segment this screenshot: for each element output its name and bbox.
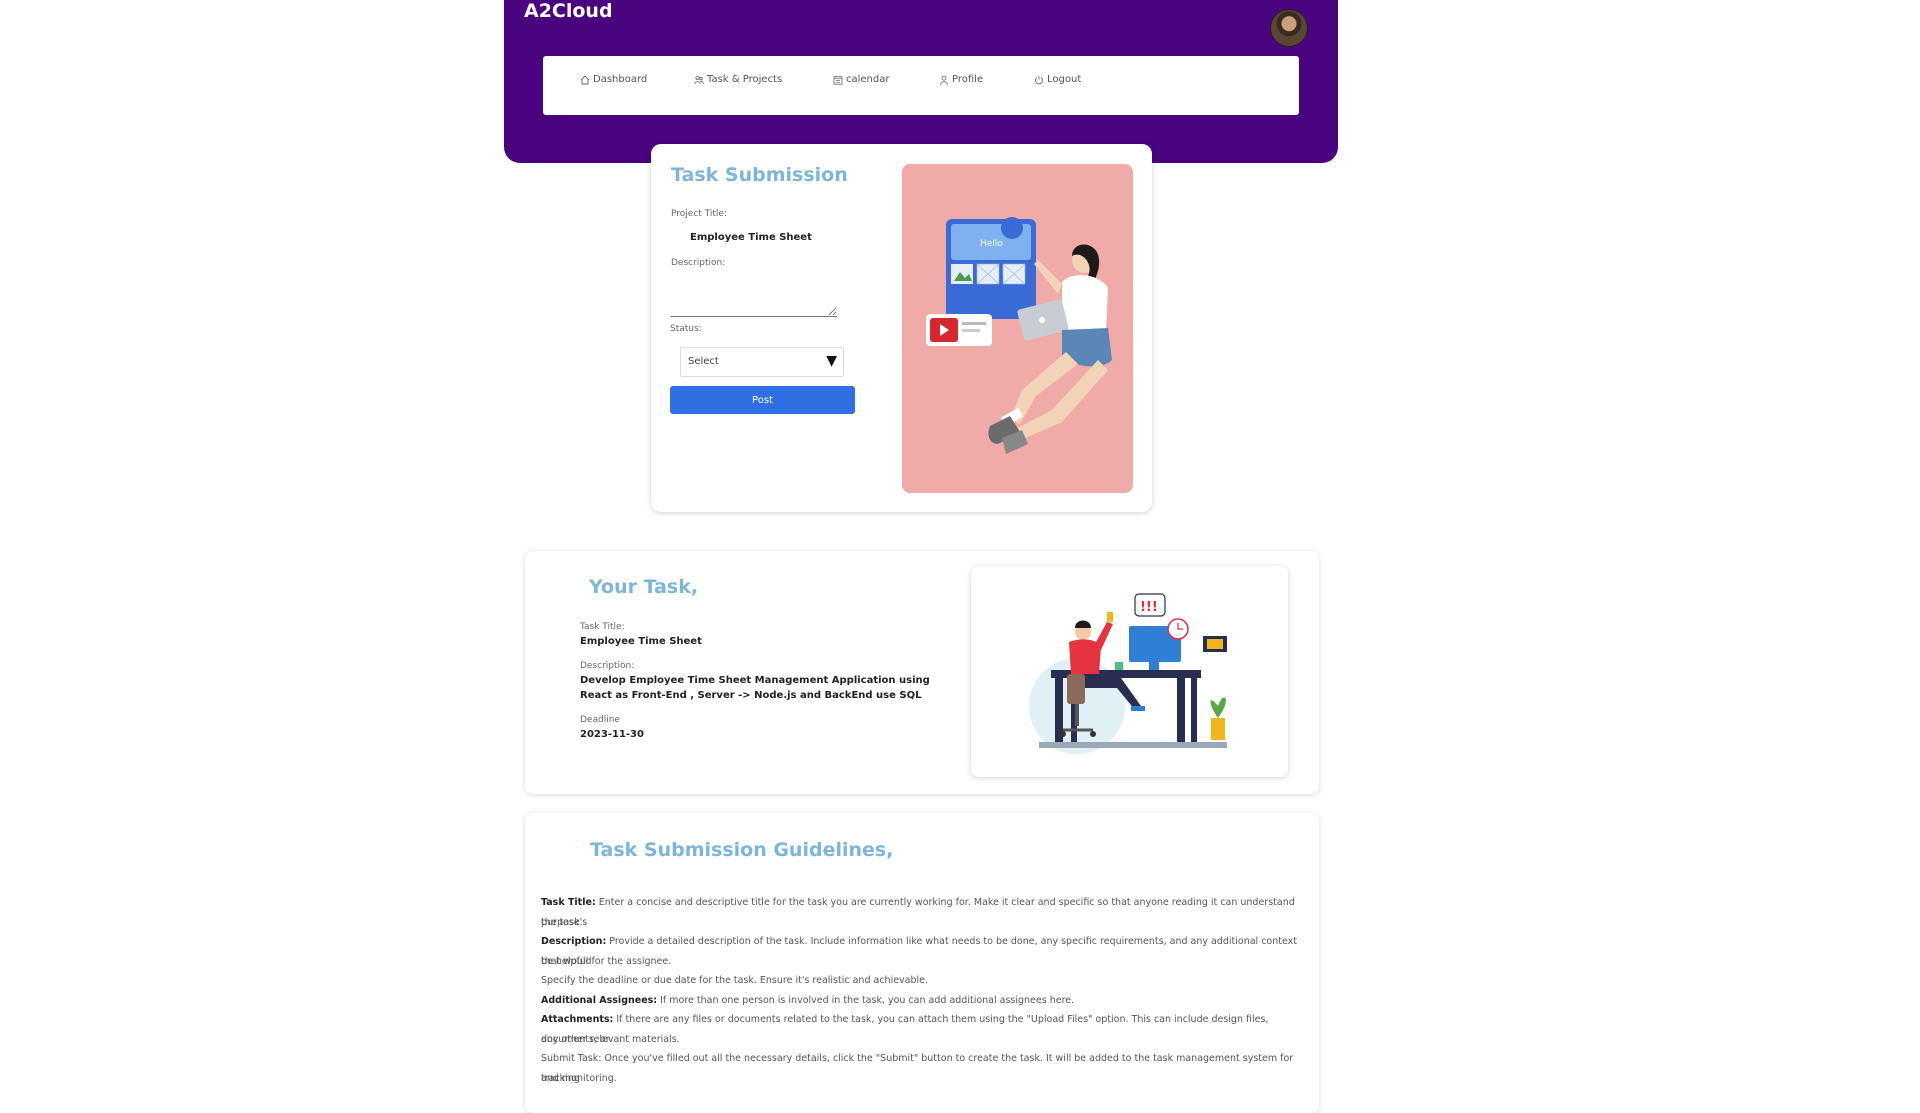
people-icon xyxy=(694,75,704,84)
your-task-heading: Your Task, xyxy=(589,576,699,598)
nav-item-label: Dashboard xyxy=(593,74,648,85)
your-task-card: Your Task, Task Title: Employee Time She… xyxy=(525,551,1319,794)
deadline-label: Deadline xyxy=(580,715,620,725)
guideline-text: any other relevant materials. xyxy=(541,1033,680,1045)
avatar[interactable] xyxy=(1270,9,1308,47)
deadline-value: 2023-11-30 xyxy=(580,729,644,740)
task-description-line-1: Develop Employee Time Sheet Management A… xyxy=(580,675,930,686)
nav-item-task-projects[interactable]: Task & Projects xyxy=(694,74,782,85)
guidelines-heading: Task Submission Guidelines, xyxy=(590,839,894,861)
status-label: Status: xyxy=(670,324,702,334)
task-title-value: Employee Time Sheet xyxy=(580,636,702,647)
submission-illustration: Hello xyxy=(902,164,1133,493)
home-icon xyxy=(580,74,590,84)
project-title-label: Project Title: xyxy=(671,209,727,219)
alert-text: !!! xyxy=(1140,600,1158,615)
task-title-label: Task Title: xyxy=(580,622,625,632)
power-icon xyxy=(1035,75,1043,84)
caret-down-icon: ▼ xyxy=(826,353,837,369)
nav-item-dashboard[interactable]: Dashboard xyxy=(580,74,647,85)
guideline-term: Description: xyxy=(541,936,607,947)
guideline-text: purpose. xyxy=(541,916,583,928)
hello-text: Hello xyxy=(980,239,1003,249)
guideline-text: be helpful for the assignee. xyxy=(541,955,672,967)
submission-title: Task Submission xyxy=(671,164,848,186)
status-select[interactable]: Select ▼ xyxy=(680,347,844,377)
user-icon xyxy=(940,75,948,84)
guideline-term: Additional Assignees: xyxy=(541,994,658,1006)
guideline-line: be helpful for the assignee. xyxy=(541,952,1311,972)
guideline-text: Specify the deadline or due date for the… xyxy=(541,975,929,986)
top-header: A2Cloud Dashboard Task & Projects calend… xyxy=(504,0,1338,163)
nav-item-label: Task & Projects xyxy=(707,74,783,85)
nav-item-logout[interactable]: Logout xyxy=(1034,74,1081,85)
project-title-value: Employee Time Sheet xyxy=(690,232,812,243)
status-select-value: Select xyxy=(688,356,719,367)
guideline-text: If more than one person is involved in t… xyxy=(657,994,1075,1006)
task-illustration: !!! xyxy=(971,566,1288,777)
nav-item-label: Logout xyxy=(1047,74,1082,85)
nav-item-calendar[interactable]: calendar xyxy=(833,74,889,85)
guideline-line: Specify the deadline or due date for the… xyxy=(541,971,1311,991)
post-button[interactable]: Post xyxy=(670,386,855,414)
woman-laptop-illustration: Hello xyxy=(926,217,1112,454)
guideline-line: purpose. xyxy=(541,913,1311,933)
stressed-worker-illustration: !!! xyxy=(1029,593,1227,754)
nav-item-profile[interactable]: Profile xyxy=(939,74,983,85)
guideline-term: Attachments: xyxy=(541,1014,614,1025)
guideline-line: any other relevant materials. xyxy=(541,1030,1311,1050)
guideline-text: and monitoring. xyxy=(541,1072,617,1084)
nav-item-label: Profile xyxy=(952,74,984,85)
task-description-line-2: React as Front-End , Server -> Node.js a… xyxy=(580,690,922,701)
calendar-icon xyxy=(833,75,843,85)
guideline-term: Task Title: xyxy=(541,897,596,908)
nav-item-label: calendar xyxy=(846,74,890,85)
description-label: Description: xyxy=(671,258,726,268)
main-nav: Dashboard Task & Projects calendar Profi… xyxy=(543,56,1299,115)
brand-logo[interactable]: A2Cloud xyxy=(524,0,613,22)
task-submission-card: Task Submission Project Title: Employee … xyxy=(651,144,1152,512)
description-textarea[interactable] xyxy=(671,275,837,317)
guidelines-card: Task Submission Guidelines, Task Title: … xyxy=(525,813,1319,1113)
guideline-line: and monitoring. xyxy=(541,1069,1311,1089)
task-description-label: Description: xyxy=(580,661,635,671)
guideline-line: Additional Assignees: If more than one p… xyxy=(541,991,1311,1011)
